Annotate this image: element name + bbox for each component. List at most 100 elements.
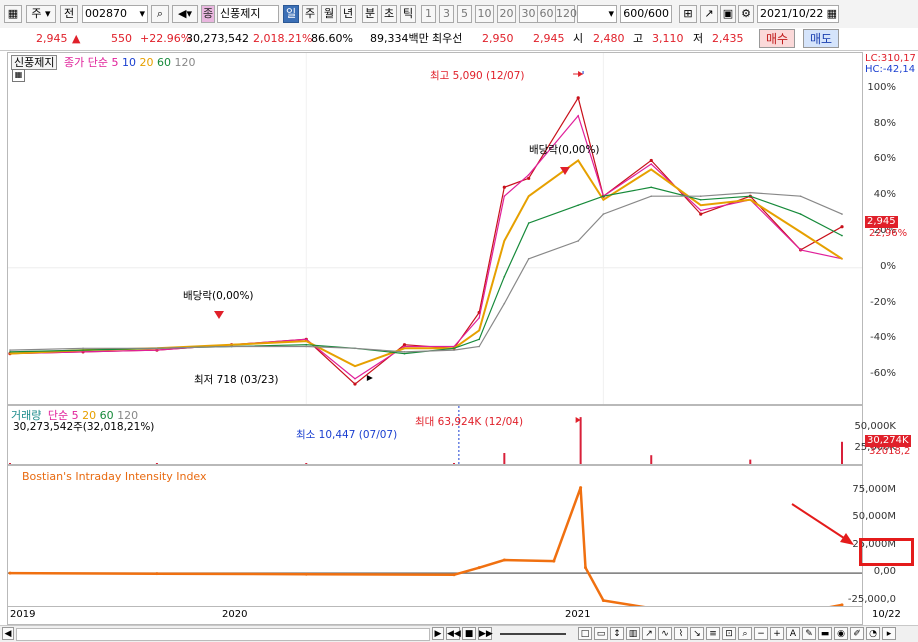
period-tick-button[interactable]: 틱 bbox=[400, 5, 416, 23]
nav-icon[interactable]: ▸ bbox=[882, 627, 896, 640]
layout-icon[interactable]: ▦ bbox=[4, 5, 22, 23]
scroll-left-icon[interactable]: ◀ bbox=[2, 627, 14, 640]
buy-button[interactable]: 매수 bbox=[759, 29, 795, 48]
text-tool-icon[interactable]: A bbox=[786, 627, 800, 640]
dividend-arrow-2 bbox=[560, 167, 570, 175]
gear-icon[interactable]: ⚙ bbox=[738, 5, 754, 23]
high-value: 3,110 bbox=[652, 31, 684, 47]
tool-icon-6[interactable]: ∿ bbox=[658, 627, 672, 640]
period-second-button[interactable]: 초 bbox=[381, 5, 397, 23]
price-panel[interactable]: 신풍제지 종가 단순 5 10 20 60 120 ▦ 최고 5,090 (12… bbox=[7, 52, 863, 405]
x-label-2020: 2020 bbox=[222, 609, 247, 620]
grid-icon[interactable]: ⊞ bbox=[679, 5, 697, 23]
volume-bar-2 bbox=[305, 463, 307, 464]
tool-icon-8[interactable]: ↘ bbox=[690, 627, 704, 640]
period-year-button[interactable]: 년 bbox=[340, 5, 356, 23]
palette-icon[interactable]: ◉ bbox=[834, 627, 848, 640]
series-line-1 bbox=[10, 116, 842, 379]
bostian-point-4 bbox=[478, 566, 481, 569]
minus-icon[interactable]: − bbox=[754, 627, 768, 640]
change-value: 550 bbox=[111, 31, 132, 47]
bostian-point-3 bbox=[453, 573, 456, 576]
scrollbar[interactable] bbox=[16, 628, 430, 641]
rewind-icon[interactable]: ◀◀ bbox=[446, 627, 460, 640]
data-point-4-13 bbox=[650, 195, 652, 197]
volume-tag2: 32018,2 bbox=[869, 446, 910, 457]
eraser-icon[interactable]: ▬ bbox=[818, 627, 832, 640]
data-point-3-16 bbox=[800, 213, 802, 215]
bostian-panel[interactable]: Bostian's Intraday Intensity Index bbox=[7, 465, 863, 607]
price-tick-5: 0% bbox=[880, 261, 896, 272]
data-point-3-7 bbox=[453, 347, 455, 349]
plus-icon[interactable]: + bbox=[770, 627, 784, 640]
tool-icon-9[interactable]: ≡ bbox=[706, 627, 720, 640]
stock-code-input[interactable]: 002870▾ bbox=[82, 5, 148, 23]
data-point-3-4 bbox=[305, 344, 307, 346]
data-point-4-14 bbox=[700, 195, 702, 197]
date-input[interactable]: 2021/10/22▦ bbox=[757, 5, 839, 23]
minute-60-button[interactable]: 60 bbox=[537, 5, 556, 23]
bottom-controls: ◀ ▶ ◀◀ ■ ▶▶ □ ▭ ↕ ▥ ↗ ∿ ⌇ ↘ ≡ ⊡ ⌕ − + A … bbox=[0, 625, 918, 642]
data-point-1-10 bbox=[528, 174, 530, 176]
interval-select[interactable]: ▾ bbox=[577, 5, 617, 23]
minute-120-button[interactable]: 120 bbox=[555, 5, 575, 23]
data-point-0-5 bbox=[353, 382, 356, 385]
volume-bar-8 bbox=[841, 442, 843, 464]
pct-tag: 22,96% bbox=[869, 228, 907, 239]
tool-icon-7[interactable]: ⌇ bbox=[674, 627, 688, 640]
scroll-right-icon[interactable]: ▶ bbox=[432, 627, 444, 640]
data-point-4-7 bbox=[453, 349, 455, 351]
data-point-3-8 bbox=[478, 339, 480, 341]
minute-1-button[interactable]: 1 bbox=[421, 5, 436, 23]
market-select[interactable]: 주 ▾ bbox=[26, 5, 56, 23]
volume-bar-4 bbox=[503, 453, 505, 464]
volume-bar-7 bbox=[749, 460, 751, 464]
data-point-3-10 bbox=[528, 222, 530, 224]
tool-icon-2[interactable]: ▭ bbox=[594, 627, 608, 640]
open-label: 시 bbox=[573, 31, 583, 47]
pen-icon[interactable]: ✎ bbox=[802, 627, 816, 640]
minute-10-button[interactable]: 10 bbox=[475, 5, 494, 23]
data-point-2-11 bbox=[577, 160, 579, 162]
lc-label: LC:310,17 bbox=[865, 53, 916, 64]
period-minute-button[interactable]: 분 bbox=[362, 5, 378, 23]
save-icon[interactable]: ▣ bbox=[720, 5, 736, 23]
data-point-3-15 bbox=[749, 195, 751, 197]
chart-type-icon[interactable]: ◔ bbox=[866, 627, 880, 640]
period-week-button[interactable]: 주 bbox=[302, 5, 318, 23]
chart-draw-icon[interactable]: ↗ bbox=[700, 5, 718, 23]
volume-panel[interactable]: 거래량 단순 5 20 60 120 30,273,542주(32,018,21… bbox=[7, 405, 863, 465]
up-arrow-icon: ▲ bbox=[72, 31, 80, 47]
data-point-1-5 bbox=[354, 378, 356, 380]
prev-button[interactable]: 전 bbox=[60, 5, 78, 23]
minute-30-button[interactable]: 30 bbox=[519, 5, 538, 23]
speaker-icon[interactable]: ◀▾ bbox=[172, 5, 198, 23]
minute-3-button[interactable]: 3 bbox=[439, 5, 454, 23]
tool-icon-3[interactable]: ↕ bbox=[610, 627, 624, 640]
change-percent: +22.96% bbox=[140, 31, 191, 47]
tool-icon-5[interactable]: ↗ bbox=[642, 627, 656, 640]
minute-20-button[interactable]: 20 bbox=[497, 5, 516, 23]
zoom-icon[interactable]: ⌕ bbox=[738, 627, 752, 640]
zoom-slider[interactable] bbox=[500, 633, 566, 635]
forward-icon[interactable]: ▶▶ bbox=[478, 627, 492, 640]
bostian-tick-4: -25,000,0 bbox=[848, 594, 896, 605]
search-icon[interactable]: ⌕ bbox=[151, 5, 169, 23]
period-day-button[interactable]: 일 bbox=[283, 5, 299, 23]
bostian-tick-1: 50,000M bbox=[852, 511, 896, 522]
period-month-button[interactable]: 월 bbox=[321, 5, 337, 23]
data-point-3-17 bbox=[841, 235, 843, 237]
tool-icon-4[interactable]: ▥ bbox=[626, 627, 640, 640]
low-value: 2,435 bbox=[712, 31, 744, 47]
sell-button[interactable]: 매도 bbox=[803, 29, 839, 48]
bostian-line bbox=[10, 488, 842, 607]
stop-icon[interactable]: ■ bbox=[462, 627, 476, 640]
best-label: 최우선 bbox=[432, 31, 462, 47]
data-point-2-5 bbox=[354, 365, 356, 367]
tool-icon-10[interactable]: ⊡ bbox=[722, 627, 736, 640]
tool-icon-1[interactable]: □ bbox=[578, 627, 592, 640]
brush-icon[interactable]: ✐ bbox=[850, 627, 864, 640]
count-input[interactable]: 600/600 bbox=[620, 5, 672, 23]
data-point-1-8 bbox=[478, 317, 480, 319]
minute-5-button[interactable]: 5 bbox=[457, 5, 472, 23]
